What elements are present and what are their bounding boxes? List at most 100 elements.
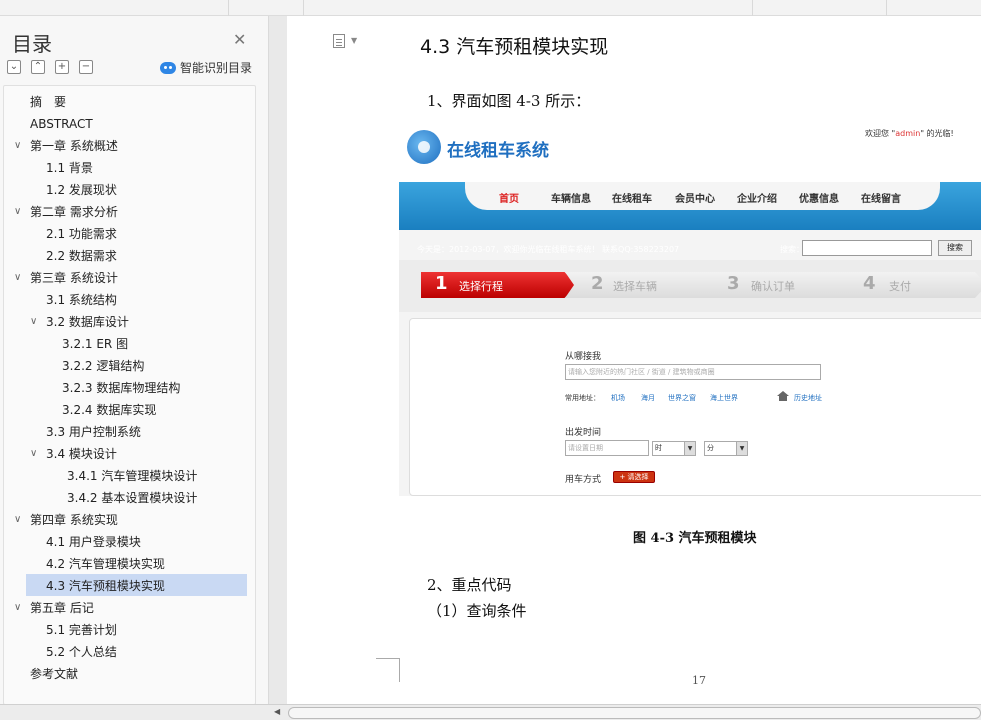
nav-item-cars[interactable]: 车辆信息 bbox=[551, 190, 591, 205]
toc-item-label: 2.2 数据需求 bbox=[46, 249, 117, 263]
remove-icon[interactable]: − bbox=[79, 60, 93, 74]
toc-item-label: 3.2.4 数据库实现 bbox=[62, 403, 157, 417]
top-toolbar-strip bbox=[0, 0, 981, 16]
toc-item[interactable]: 3.1 系统结构 bbox=[46, 289, 117, 311]
document-icon[interactable] bbox=[333, 34, 345, 48]
hour-select[interactable]: 时 ▼ bbox=[652, 441, 696, 456]
toc-item[interactable]: 3.2.4 数据库实现 bbox=[62, 399, 156, 421]
step-number: 4 bbox=[863, 273, 876, 294]
search-input[interactable] bbox=[802, 240, 932, 256]
toc-item-label: 5.1 完善计划 bbox=[46, 623, 117, 637]
toc-item[interactable]: 3.3 用户控制系统 bbox=[46, 421, 141, 443]
nav-item-messages[interactable]: 在线留言 bbox=[861, 190, 901, 205]
toc-item[interactable]: ∨ 第三章 系统设计 bbox=[14, 267, 118, 289]
toc-item[interactable]: 2.2 数据需求 bbox=[46, 245, 117, 267]
paragraph: （1）查询条件 bbox=[427, 602, 527, 620]
common-link-window-of-world[interactable]: 世界之窗 bbox=[668, 393, 696, 403]
minute-select[interactable]: 分 ▼ bbox=[704, 441, 748, 456]
toc-list: 摘 要 ABSTRACT ∨ 第一章 系统概述 1.1 背景 1.2 发展现状 ∨ 第二章 需… bbox=[3, 85, 256, 705]
toc-item[interactable]: 4.3 汽车预租模块实现 bbox=[46, 575, 165, 597]
nav-item-offers[interactable]: 优惠信息 bbox=[799, 190, 839, 205]
nav-item-about[interactable]: 企业介绍 bbox=[737, 190, 777, 205]
toc-item[interactable]: ∨ 第二章 需求分析 bbox=[14, 201, 118, 223]
toc-item[interactable]: 3.2.3 数据库物理结构 bbox=[62, 377, 180, 399]
nav-item-rent[interactable]: 在线租车 bbox=[612, 190, 652, 205]
toc-item[interactable]: ∨ 第一章 系统概述 bbox=[14, 135, 118, 157]
usage-label: 用车方式 bbox=[565, 475, 602, 485]
toc-item[interactable]: 摘 要 bbox=[30, 91, 66, 113]
toolbar-divider bbox=[752, 0, 753, 16]
close-icon[interactable]: ✕ bbox=[233, 30, 246, 49]
step-number: 2 bbox=[591, 273, 604, 294]
toc-item-label: 3.4.1 汽车管理模块设计 bbox=[67, 469, 198, 483]
toc-item[interactable]: 5.2 个人总结 bbox=[46, 641, 117, 663]
chevron-down-icon[interactable]: ∨ bbox=[14, 509, 21, 531]
depart-time-label: 出发时间 bbox=[565, 428, 602, 438]
chevron-down-icon[interactable]: ∨ bbox=[14, 135, 21, 157]
document-area: ▼ 4.3 汽车预租模块实现 1、界面如图 4-3 所示： 在线租车系统 欢迎您… bbox=[270, 16, 981, 704]
toc-item-label: 3.2.3 数据库物理结构 bbox=[62, 381, 181, 395]
step-2: 2 选择车辆 bbox=[565, 272, 715, 298]
common-address-label: 常用地址： bbox=[565, 394, 600, 402]
toc-item[interactable]: ∨ 3.2 数据库设计 bbox=[30, 311, 129, 333]
toc-item[interactable]: 5.1 完善计划 bbox=[46, 619, 117, 641]
chevron-down-icon[interactable]: ∨ bbox=[30, 311, 37, 333]
site-nav: 首页 车辆信息 在线租车 会员中心 企业介绍 优惠信息 在线留言 bbox=[399, 182, 981, 230]
toc-item-label: 4.2 汽车管理模块实现 bbox=[46, 557, 165, 571]
toc-item[interactable]: 4.1 用户登录模块 bbox=[46, 531, 141, 553]
collapse-up-icon[interactable]: ⌃ bbox=[31, 60, 45, 74]
search-button[interactable]: 搜索 bbox=[938, 240, 972, 256]
history-address-link[interactable]: 历史地址 bbox=[794, 393, 822, 403]
step-4: 4 支付 bbox=[837, 272, 981, 298]
toc-item[interactable]: ∨ 第四章 系统实现 bbox=[14, 509, 118, 531]
toc-sidebar: 目录 ✕ ⌄ ⌃ + − 智能识别目录 摘 要 ABSTRACT ∨ 第一章 系统概述… bbox=[0, 16, 269, 705]
toc-item[interactable]: 3.2.2 逻辑结构 bbox=[62, 355, 144, 377]
toc-item[interactable]: 1.2 发展现状 bbox=[46, 179, 117, 201]
toc-item[interactable]: ∨ 3.4 模块设计 bbox=[30, 443, 117, 465]
chevron-down-icon[interactable]: ∨ bbox=[14, 267, 21, 289]
toc-item[interactable]: ∨ 第五章 后记 bbox=[14, 597, 94, 619]
smart-toc-button[interactable]: 智能识别目录 bbox=[160, 59, 252, 76]
trip-form: 从哪接我 请输入您附近的热门社区 / 街道 / 建筑物或商圈 常用地址： 机场 … bbox=[409, 318, 981, 496]
toc-item-label: 3.4.2 基本设置模块设计 bbox=[67, 491, 198, 505]
common-link-haiyue[interactable]: 海月 bbox=[641, 393, 655, 403]
toc-item-label: 3.3 用户控制系统 bbox=[46, 425, 141, 439]
chevron-down-icon: ▼ bbox=[684, 442, 695, 455]
nav-item-member[interactable]: 会员中心 bbox=[675, 190, 715, 205]
welcome-suffix: " 的光临! bbox=[920, 129, 954, 138]
toc-item[interactable]: 1.1 背景 bbox=[46, 157, 93, 179]
toc-item-label: 4.1 用户登录模块 bbox=[46, 535, 141, 549]
usage-select-button[interactable]: + 请选择 bbox=[613, 471, 655, 483]
chevron-down-icon[interactable]: ∨ bbox=[14, 201, 21, 223]
toc-item[interactable]: 参考文献 bbox=[30, 663, 78, 685]
common-link-sea-world[interactable]: 海上世界 bbox=[710, 393, 738, 403]
nav-item-home[interactable]: 首页 bbox=[499, 190, 519, 205]
toc-item[interactable]: 3.4.2 基本设置模块设计 bbox=[67, 487, 197, 509]
scroll-left-icon[interactable]: ◀ bbox=[274, 707, 280, 716]
chevron-down-icon: ▼ bbox=[736, 442, 747, 455]
horizontal-scrollbar[interactable] bbox=[288, 707, 981, 719]
toc-item[interactable]: 2.1 功能需求 bbox=[46, 223, 117, 245]
dropdown-caret-icon[interactable]: ▼ bbox=[351, 36, 357, 45]
toc-item-label: 5.2 个人总结 bbox=[46, 645, 117, 659]
toc-item[interactable]: 3.2.1 ER 图 bbox=[62, 333, 128, 355]
add-icon[interactable]: + bbox=[55, 60, 69, 74]
toc-item[interactable]: 3.4.1 汽车管理模块设计 bbox=[67, 465, 197, 487]
toc-item-label: 3.4 模块设计 bbox=[46, 447, 117, 461]
toc-item[interactable]: ABSTRACT bbox=[30, 113, 93, 135]
hour-value: 时 bbox=[655, 444, 662, 452]
date-input[interactable]: 请设置日期 bbox=[565, 440, 649, 456]
toc-item-label: 1.2 发展现状 bbox=[46, 183, 117, 197]
expand-down-icon[interactable]: ⌄ bbox=[7, 60, 21, 74]
chevron-down-icon[interactable]: ∨ bbox=[14, 597, 21, 619]
chevron-down-icon[interactable]: ∨ bbox=[30, 443, 37, 465]
site-logo-text: 在线租车系统 bbox=[447, 141, 549, 161]
toc-item-label: 第四章 系统实现 bbox=[30, 513, 118, 527]
common-link-airport[interactable]: 机场 bbox=[611, 393, 625, 403]
from-input[interactable]: 请输入您附近的热门社区 / 街道 / 建筑物或商圈 bbox=[565, 364, 821, 380]
section-heading: 4.3 汽车预租模块实现 bbox=[420, 36, 609, 58]
welcome-user: admin bbox=[895, 129, 921, 138]
toc-item[interactable]: 4.2 汽车管理模块实现 bbox=[46, 553, 165, 575]
toolbar-divider bbox=[228, 0, 229, 16]
paragraph: 2、重点代码 bbox=[427, 576, 512, 594]
